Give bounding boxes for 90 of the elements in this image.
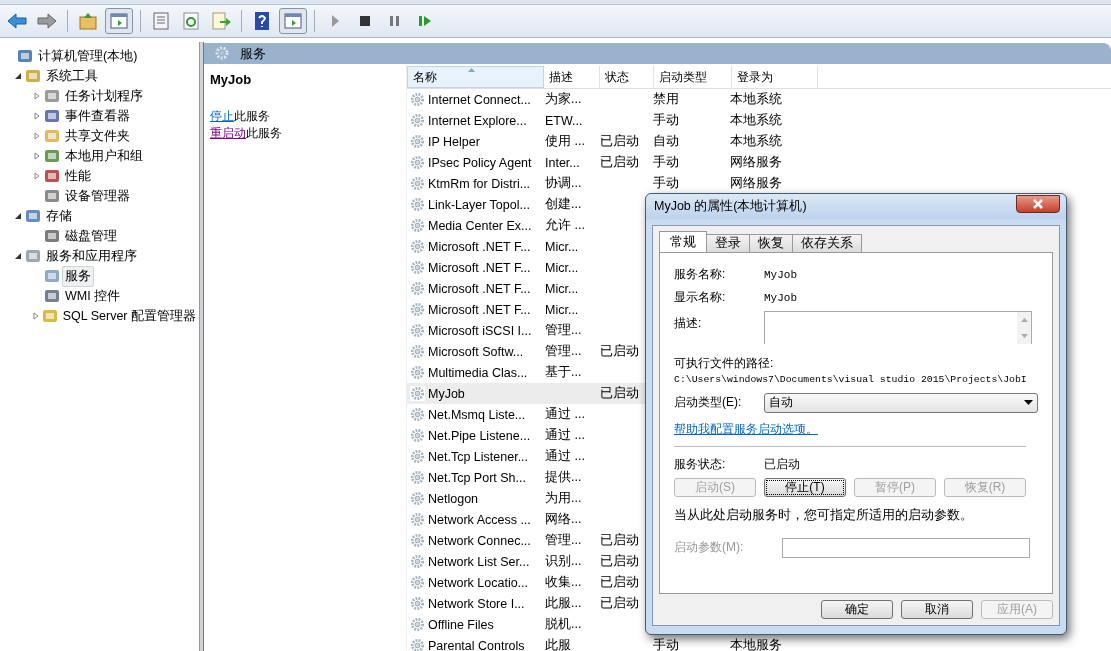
service-description: 识别... [545, 553, 582, 570]
service-description: Inter... [545, 155, 580, 170]
service-description: 通过 ... [545, 406, 585, 423]
service-name: Microsoft .NET F... [428, 302, 531, 317]
service-status: 已启动 [600, 343, 639, 360]
service-name: Internet Connect... [428, 92, 531, 107]
service-name: Network Access ... [428, 512, 531, 527]
startup-type: 手动 [653, 637, 679, 651]
service-name: Link-Layer Topol... [428, 197, 530, 212]
service-description: 基于... [545, 364, 582, 381]
service-description: Micr... [545, 302, 579, 317]
service-name: Microsoft Softw... [428, 344, 524, 359]
action-text: 此服务 [246, 126, 282, 140]
service-name: MyJob [428, 386, 465, 401]
service-status: 已启动 [600, 595, 639, 612]
service-description: 允许 ... [545, 217, 585, 234]
service-name: IPsec Policy Agent [428, 155, 532, 170]
service-name: KtmRm for Distri... [428, 176, 531, 191]
startup-type: 自动 [653, 133, 679, 150]
field-label: 可执行文件的路径: [674, 355, 775, 372]
service-name: IP Helper [428, 134, 480, 149]
service-name: Internet Explore... [428, 113, 527, 128]
path-value: C:\Users\windows7\Documents\visual studio 2015\Projects\JobI [674, 374, 1027, 385]
service-description: 协调... [545, 175, 582, 192]
logon-account: 本地系统 [730, 91, 782, 108]
service-title: MyJob [210, 72, 253, 87]
logon-account: 本地系统 [730, 112, 782, 129]
service-description: 通过 ... [545, 448, 585, 465]
service-description: 管理... [545, 322, 582, 339]
service-description: 使用 ... [545, 133, 585, 150]
status-value: 已启动 [764, 456, 800, 473]
service-name: Microsoft .NET F... [428, 239, 531, 254]
service-description: Micr... [545, 239, 579, 254]
startup-type: 禁用 [653, 91, 679, 108]
service-name: Microsoft .NET F... [428, 260, 531, 275]
service-description: 脱机... [545, 616, 582, 633]
service-name: Microsoft .NET F... [428, 281, 531, 296]
service-description: 网络... [545, 511, 582, 528]
startup-type: 手动 [653, 154, 679, 171]
service-name: Parental Controls [428, 638, 525, 651]
service-description: 通过 ... [545, 427, 585, 444]
service-status: 已启动 [600, 133, 639, 150]
service-name: Media Center Ex... [428, 218, 532, 233]
service-description: 此服 [545, 637, 571, 651]
field-label: 服务状态: [674, 456, 727, 473]
service-description: 为家... [545, 91, 582, 108]
startup-type: 手动 [653, 175, 679, 192]
service-status: 已启动 [600, 532, 639, 549]
dialog-title: MyJob 的属性(本地计算机) [654, 198, 807, 215]
service-name: Network Connec... [428, 533, 531, 548]
service-name: Net.Tcp Port Sh... [428, 470, 526, 485]
logon-account: 本地系统 [730, 133, 782, 150]
service-name: Multimedia Clas... [428, 365, 528, 380]
service-name: Net.Tcp Listener... [428, 449, 529, 464]
service-name: Offline Files [428, 617, 494, 632]
panel-title: 服务 [240, 44, 266, 63]
service-description: 提供... [545, 469, 582, 486]
logon-account: 网络服务 [730, 154, 782, 171]
service-description: 收集... [545, 574, 582, 591]
service-name: Network List Ser... [428, 554, 530, 569]
field-label: 显示名称: [674, 289, 727, 306]
service-description: 管理... [545, 532, 582, 549]
logon-account: 本地服务 [730, 637, 782, 651]
service-name: Netlogon [428, 491, 479, 506]
service-description: 此服... [545, 595, 582, 612]
service-name: Network Locatio... [428, 575, 529, 590]
service-name: Microsoft iSCSI I... [428, 323, 532, 338]
action-text: 此服务 [234, 109, 270, 123]
service-name: Net.Msmq Liste... [428, 407, 526, 422]
service-description: 创建... [545, 196, 582, 213]
service-status: 已启动 [600, 154, 639, 171]
service-description: Micr... [545, 281, 579, 296]
field-label: 描述: [674, 315, 703, 332]
service-status: 已启动 [600, 553, 639, 570]
service-description: 为用... [545, 490, 582, 507]
startup-type: 手动 [653, 112, 679, 129]
field-label: 服务名称: [674, 266, 727, 283]
field-label: 启动参数(M): [674, 539, 745, 556]
field-label: 启动类型(E): [674, 394, 743, 411]
field-value: MyJob [764, 268, 797, 281]
service-status: 已启动 [600, 385, 639, 402]
service-description: 管理... [545, 343, 582, 360]
field-value: MyJob [764, 291, 797, 304]
service-status: 已启动 [600, 574, 639, 591]
service-name: Network Store I... [428, 596, 525, 611]
note-text: 当从此处启动服务时，您可指定所适用的启动参数。 [674, 507, 974, 524]
service-description: ETW... [545, 113, 583, 128]
service-name: Net.Pipe Listene... [428, 428, 531, 443]
service-description: Micr... [545, 260, 579, 275]
logon-account: 网络服务 [730, 175, 782, 192]
